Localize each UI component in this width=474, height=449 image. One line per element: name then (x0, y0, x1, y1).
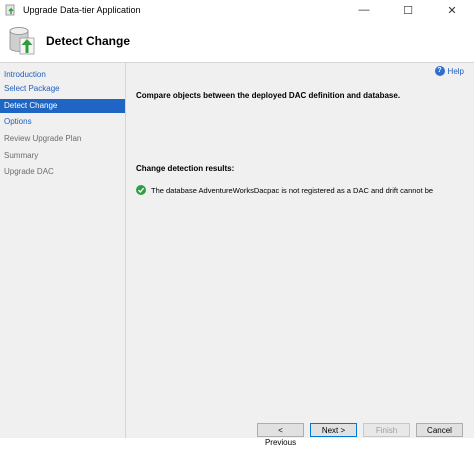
nav-item-upgrade-dac: Upgrade DAC (4, 167, 54, 176)
result-item: The database AdventureWorksDacpac is not… (136, 185, 433, 195)
database-upgrade-icon (5, 4, 17, 16)
nav-item-review-upgrade-plan: Review Upgrade Plan (4, 134, 82, 143)
page-header: Detect Change (0, 20, 474, 63)
finish-button: Finish (363, 423, 410, 437)
nav-item-detect-change[interactable]: Detect Change (0, 99, 125, 113)
check-circle-icon (136, 185, 146, 195)
wizard-nav: Introduction Select Package Detect Chang… (0, 63, 126, 438)
maximize-button[interactable]: ☐ (386, 0, 430, 20)
nav-item-summary: Summary (4, 151, 39, 160)
close-button[interactable]: ✕ (430, 0, 474, 20)
nav-item-introduction[interactable]: Introduction (0, 68, 125, 82)
previous-button[interactable]: < Previous (257, 423, 304, 447)
next-button[interactable]: Next > (310, 423, 357, 437)
window-title: Upgrade Data-tier Application (23, 5, 141, 15)
help-label: Help (447, 66, 464, 76)
database-upgrade-icon (6, 24, 38, 58)
title-bar: Upgrade Data-tier Application — ☐ ✕ (0, 0, 474, 20)
help-icon: ? (434, 66, 445, 76)
help-link[interactable]: ? Help (434, 66, 464, 76)
cancel-button[interactable]: Cancel (416, 423, 463, 437)
result-message: The database AdventureWorksDacpac is not… (151, 185, 434, 195)
nav-item-options[interactable]: Options (0, 115, 125, 129)
nav-item-select-package[interactable]: Select Package (0, 82, 125, 96)
results-heading: Change detection results: (136, 164, 235, 173)
page-description: Compare objects between the deployed DAC… (136, 91, 401, 100)
content-panel: ? Help Compare objects between the deplo… (126, 63, 474, 438)
minimize-button[interactable]: — (342, 0, 386, 20)
page-title: Detect Change (46, 34, 131, 48)
